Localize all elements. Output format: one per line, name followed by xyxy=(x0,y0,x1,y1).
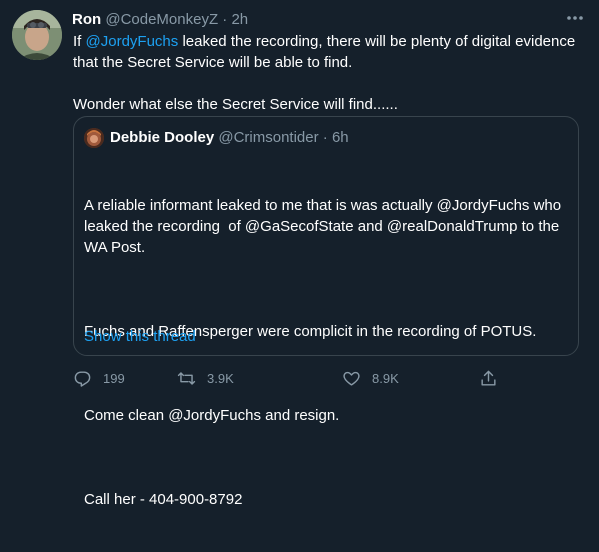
reply-icon xyxy=(73,369,92,388)
separator-dot: · xyxy=(222,11,228,28)
share-button[interactable] xyxy=(479,366,498,390)
quoted-tweet-time[interactable]: 6h xyxy=(332,129,349,146)
quoted-avatar[interactable] xyxy=(84,128,104,148)
retweet-button[interactable]: 3.9K xyxy=(177,366,234,390)
more-horizontal-icon[interactable] xyxy=(565,10,585,26)
show-thread-link[interactable]: Show this thread xyxy=(84,327,196,347)
quoted-author-name[interactable]: Debbie Dooley xyxy=(110,129,214,146)
quoted-paragraph: A reliable informant leaked to me that i… xyxy=(84,197,566,256)
quoted-tweet-card[interactable]: Debbie Dooley @Crimsontider · 6h A relia… xyxy=(73,116,579,508)
tweet: Ron @CodeMonkeyZ · 2h If @JordyFuchs lea… xyxy=(0,0,599,508)
quoted-author-handle[interactable]: @Crimsontider xyxy=(218,129,318,146)
heart-icon xyxy=(342,369,361,388)
like-count: 8.9K xyxy=(372,370,399,386)
tweet-paragraph: If @JordyFuchs leaked the recording, the… xyxy=(73,31,583,73)
tweet-time[interactable]: 2h xyxy=(231,11,248,28)
reply-button[interactable]: 199 xyxy=(73,366,125,390)
action-bar: 199 3.9K 8.9K xyxy=(73,366,579,390)
text-segment: If xyxy=(73,33,86,50)
author-handle[interactable]: @CodeMonkeyZ xyxy=(105,11,218,28)
retweet-icon xyxy=(177,369,196,388)
reply-count: 199 xyxy=(103,370,125,386)
share-icon xyxy=(479,369,498,388)
quoted-tweet-header: Debbie Dooley @Crimsontider · 6h xyxy=(110,128,349,148)
tweet-text: If @JordyFuchs leaked the recording, the… xyxy=(73,31,583,115)
quoted-paragraph: Come clean @JordyFuchs and resign. xyxy=(84,407,340,424)
mention-link[interactable]: @JordyFuchs xyxy=(86,33,179,50)
retweet-count: 3.9K xyxy=(207,370,234,386)
tweet-header: Ron @CodeMonkeyZ · 2h xyxy=(72,10,579,30)
avatar[interactable] xyxy=(12,10,62,60)
quoted-tweet-text: A reliable informant leaked to me that i… xyxy=(84,153,570,552)
quoted-paragraph: Call her - 404-900-8792 xyxy=(84,491,243,508)
separator-dot: · xyxy=(322,129,328,146)
like-button[interactable]: 8.9K xyxy=(342,366,399,390)
tweet-paragraph: Wonder what else the Secret Service will… xyxy=(73,96,398,113)
author-name[interactable]: Ron xyxy=(72,11,101,28)
